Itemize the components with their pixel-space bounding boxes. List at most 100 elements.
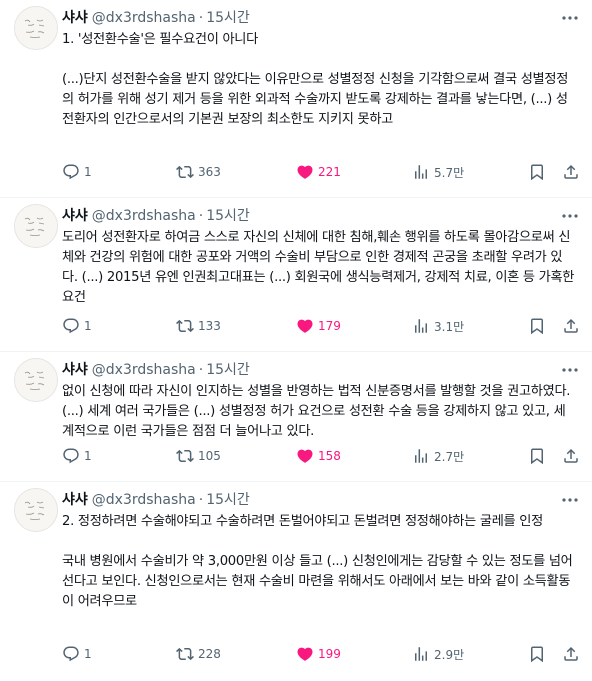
more-dots-icon[interactable] — [560, 8, 580, 28]
like-button[interactable]: 179 — [296, 317, 341, 335]
more-dots-icon[interactable] — [560, 206, 580, 226]
retweet-icon — [176, 165, 194, 179]
views-count: 3.1만 — [434, 319, 465, 334]
reply-count: 1 — [84, 319, 92, 333]
author-name[interactable]: 샤샤 — [62, 206, 88, 226]
views-count: 5.7만 — [434, 165, 465, 180]
tweet[interactable]: 샤샤 @dx3rdshasha · 15시간 없이 신청에 따라 자신이 인지하… — [0, 352, 592, 482]
like-count: 221 — [318, 165, 341, 179]
reply-count: 1 — [84, 647, 92, 661]
retweet-icon — [176, 647, 194, 661]
tweet-header: 샤샤 @dx3rdshasha · 15시간 — [62, 206, 580, 226]
bookmark-icon — [531, 646, 543, 663]
author-handle[interactable]: @dx3rdshasha — [92, 206, 196, 226]
author-name[interactable]: 샤샤 — [62, 360, 88, 380]
like-count: 179 — [318, 319, 341, 333]
retweet-button[interactable]: 133 — [176, 317, 221, 335]
heart-filled-icon — [297, 647, 313, 661]
reply-button[interactable]: 1 — [62, 317, 92, 335]
retweet-button[interactable]: 363 — [176, 163, 221, 181]
views-bar-chart-icon — [415, 449, 427, 463]
author-handle[interactable]: @dx3rdshasha — [92, 360, 196, 380]
separator-dot: · — [198, 362, 204, 378]
avatar[interactable] — [14, 6, 58, 50]
retweet-count: 133 — [198, 319, 221, 333]
tweet-header: 샤샤 @dx3rdshasha · 15시간 — [62, 8, 580, 28]
tweet-header: 샤샤 @dx3rdshasha · 15시간 — [62, 490, 580, 510]
more-dots-icon[interactable] — [560, 490, 580, 510]
bookmark-icon — [531, 164, 543, 181]
tweet-text: 1. '성전환수술'은 필수요건이 아니다 (...)단지 성전환수술을 받지 … — [62, 32, 569, 127]
tweet-thread: 샤샤 @dx3rdshasha · 15시간 1. '성전환수술'은 필수요건이… — [0, 0, 592, 681]
views-count: 2.9만 — [434, 647, 465, 662]
timestamp[interactable]: 15시간 — [206, 490, 250, 510]
like-button[interactable]: 199 — [296, 645, 341, 663]
reply-count: 1 — [84, 449, 92, 463]
tweet[interactable]: 샤샤 @dx3rdshasha · 15시간 1. '성전환수술'은 필수요건이… — [0, 0, 592, 198]
reply-button[interactable]: 1 — [62, 447, 92, 465]
reply-icon — [63, 318, 79, 334]
author-name[interactable]: 샤샤 — [62, 8, 88, 28]
author-handle[interactable]: @dx3rdshasha — [92, 8, 196, 28]
share-button[interactable] — [562, 447, 584, 465]
action-bar: 1 363 221 5.7만 — [62, 162, 580, 182]
bookmark-button[interactable] — [528, 447, 550, 465]
retweet-button[interactable]: 228 — [176, 645, 221, 663]
like-count: 199 — [318, 647, 341, 661]
share-icon — [564, 318, 578, 333]
share-button[interactable] — [562, 317, 584, 335]
reply-icon — [63, 646, 79, 662]
share-button[interactable] — [562, 645, 584, 663]
tweet-text: 2. 정정하려면 수술해야되고 수술하려면 돈벌어야되고 돈벌려면 정정해야하는… — [62, 514, 573, 609]
avatar[interactable] — [14, 488, 58, 532]
retweet-button[interactable]: 105 — [176, 447, 221, 465]
bookmark-button[interactable] — [528, 645, 550, 663]
timestamp[interactable]: 15시간 — [206, 360, 250, 380]
views-bar-chart-icon — [415, 319, 427, 333]
share-button[interactable] — [562, 163, 584, 181]
bookmark-icon — [531, 318, 543, 335]
views-button[interactable]: 2.7만 — [412, 447, 464, 465]
views-bar-chart-icon — [415, 165, 427, 179]
tweet-header: 샤샤 @dx3rdshasha · 15시간 — [62, 360, 580, 380]
bookmark-button[interactable] — [528, 163, 550, 181]
views-count: 2.7만 — [434, 449, 465, 464]
reply-icon — [63, 448, 79, 464]
avatar[interactable] — [14, 204, 58, 248]
reply-count: 1 — [84, 165, 92, 179]
action-bar: 1 133 179 3.1만 — [62, 316, 580, 336]
like-count: 158 — [318, 449, 341, 463]
views-button[interactable]: 2.9만 — [412, 645, 464, 663]
retweet-count: 363 — [198, 165, 221, 179]
views-button[interactable]: 3.1만 — [412, 317, 464, 335]
tweet[interactable]: 샤샤 @dx3rdshasha · 15시간 도리어 성전환자로 하여금 스스로… — [0, 198, 592, 352]
reply-icon — [63, 164, 79, 180]
share-icon — [564, 646, 578, 661]
timestamp[interactable]: 15시간 — [206, 206, 250, 226]
heart-filled-icon — [297, 319, 313, 333]
reply-button[interactable]: 1 — [62, 645, 92, 663]
tweet-text: 없이 신청에 따라 자신이 인지하는 성별을 반영하는 법적 신분증명서를 발행… — [62, 384, 575, 439]
reply-button[interactable]: 1 — [62, 163, 92, 181]
share-icon — [564, 164, 578, 179]
retweet-icon — [176, 449, 194, 463]
heart-filled-icon — [297, 165, 313, 179]
retweet-icon — [176, 319, 194, 333]
views-bar-chart-icon — [415, 647, 427, 661]
more-dots-icon[interactable] — [560, 360, 580, 380]
like-button[interactable]: 158 — [296, 447, 341, 465]
like-button[interactable]: 221 — [296, 163, 341, 181]
heart-filled-icon — [297, 449, 313, 463]
retweet-count: 105 — [198, 449, 221, 463]
tweet[interactable]: 샤샤 @dx3rdshasha · 15시간 2. 정정하려면 수술해야되고 수… — [0, 482, 592, 681]
tweet-text: 도리어 성전환자로 하여금 스스로 자신의 신체에 대한 침해,훼손 행위를 하… — [62, 230, 579, 305]
bookmark-button[interactable] — [528, 317, 550, 335]
avatar[interactable] — [14, 358, 58, 402]
author-handle[interactable]: @dx3rdshasha — [92, 490, 196, 510]
bookmark-icon — [531, 448, 543, 465]
timestamp[interactable]: 15시간 — [206, 8, 250, 28]
views-button[interactable]: 5.7만 — [412, 163, 464, 181]
separator-dot: · — [198, 492, 204, 508]
author-name[interactable]: 샤샤 — [62, 490, 88, 510]
action-bar: 1 228 199 2.9만 — [62, 644, 580, 664]
